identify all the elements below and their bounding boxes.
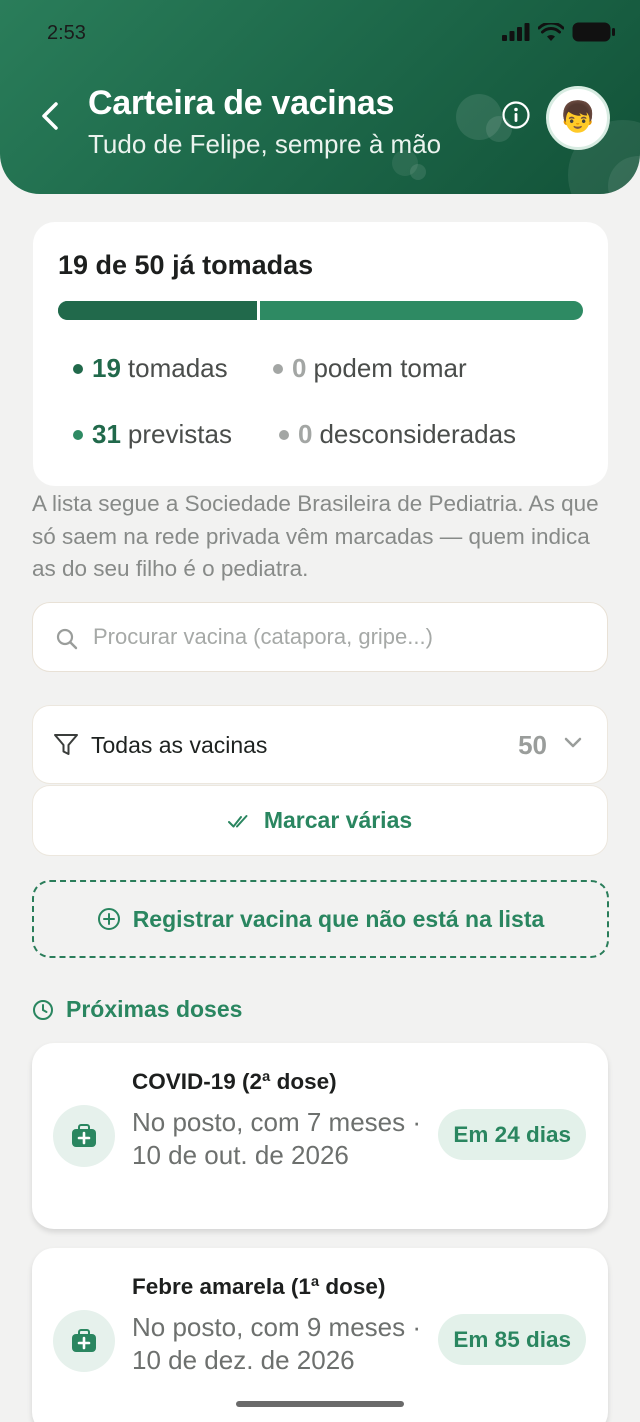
stat-can-take: 0 podem tomar: [273, 353, 467, 384]
stat-planned: 31 previstas: [73, 419, 232, 450]
mark-multiple-button[interactable]: Marcar várias: [32, 785, 608, 856]
dose-due-badge: Em 85 dias: [438, 1314, 586, 1365]
search-icon: [56, 628, 78, 650]
filter-select[interactable]: Todas as vacinas 50: [32, 705, 608, 784]
plus-circle-icon: [97, 908, 120, 930]
search-box[interactable]: [32, 602, 608, 672]
decorative-bubble: [410, 164, 426, 180]
stat-taken-count: 19: [92, 353, 121, 383]
back-chevron-icon[interactable]: [36, 98, 66, 134]
stat-disregarded: 0 desconsideradas: [279, 419, 516, 450]
avatar[interactable]: 👦: [546, 86, 610, 150]
register-vaccine-label: Registrar vacina que não está na lista: [132, 905, 545, 932]
dose-name: COVID-19 (2ª dose): [132, 1069, 337, 1094]
status-time: 2:53: [47, 22, 86, 44]
stat-planned-label: previstas: [127, 419, 232, 449]
avatar-emoji: 👦: [559, 101, 597, 134]
upcoming-dose-card[interactable]: Febre amarela (1ª dose) No posto, com 9 …: [32, 1248, 608, 1422]
stat-planned-count: 31: [92, 419, 121, 449]
stat-disregarded-label: desconsideradas: [319, 419, 517, 449]
battery-icon: [572, 22, 615, 42]
stat-disregarded-count: 0: [298, 419, 313, 449]
double-check-icon: [227, 814, 248, 827]
dose-detail: No posto, com 7 meses · 10 de out. de 20…: [132, 1107, 421, 1170]
summary-title: 19 de 50 já tomadas: [58, 250, 314, 280]
stat-dot: [73, 363, 83, 374]
status-icons: [502, 22, 616, 42]
guidance-note: A lista segue a Sociedade Brasileira de …: [32, 491, 599, 581]
medical-kit-icon: [53, 1105, 115, 1167]
progress-bar-fill: [58, 301, 258, 320]
stat-taken: 19 tomadas: [73, 353, 228, 384]
page-title: Carteira de vacinas: [88, 84, 395, 122]
register-vaccine-button[interactable]: Registrar vacina que não está na lista: [32, 880, 609, 958]
home-indicator[interactable]: [236, 1401, 404, 1407]
vaccine-summary-card: 19 de 50 já tomadas 19 tomadas 0 podem t…: [33, 222, 608, 486]
medical-kit-icon: [53, 1310, 115, 1372]
search-input[interactable]: [93, 619, 593, 655]
filter-count: 50: [518, 730, 547, 760]
app-header: 2:53 Carteira de vacinas Tudo de Felipe,…: [0, 0, 640, 194]
filter-icon: [54, 734, 78, 755]
progress-bar-divider: [256, 301, 260, 320]
page-subtitle: Tudo de Felipe, sempre à mão: [88, 129, 442, 159]
upcoming-dose-card[interactable]: COVID-19 (2ª dose) No posto, com 7 meses…: [32, 1043, 608, 1229]
stat-dot: [73, 429, 83, 440]
stat-dot: [273, 363, 283, 374]
mark-multiple-label: Marcar várias: [263, 807, 413, 833]
clock-icon: [33, 999, 53, 1020]
upcoming-section-header: Próximas doses: [32, 996, 242, 1023]
dose-due-badge: Em 24 dias: [438, 1109, 586, 1160]
stat-dot: [279, 429, 289, 440]
info-icon[interactable]: [501, 100, 531, 130]
dose-detail: No posto, com 9 meses · 10 de dez. de 20…: [132, 1312, 421, 1375]
stat-taken-label: tomadas: [127, 353, 228, 383]
progress-bar: [58, 301, 583, 320]
upcoming-section-title: Próximas doses: [66, 996, 243, 1022]
signal-icon: [502, 23, 530, 41]
stat-can-take-count: 0: [292, 353, 307, 383]
dose-name: Febre amarela (1ª dose): [132, 1274, 386, 1299]
chevron-down-icon: [564, 737, 582, 748]
filter-label: Todas as vacinas: [91, 732, 268, 758]
stat-can-take-label: podem tomar: [313, 353, 467, 383]
wifi-icon: [538, 22, 564, 41]
